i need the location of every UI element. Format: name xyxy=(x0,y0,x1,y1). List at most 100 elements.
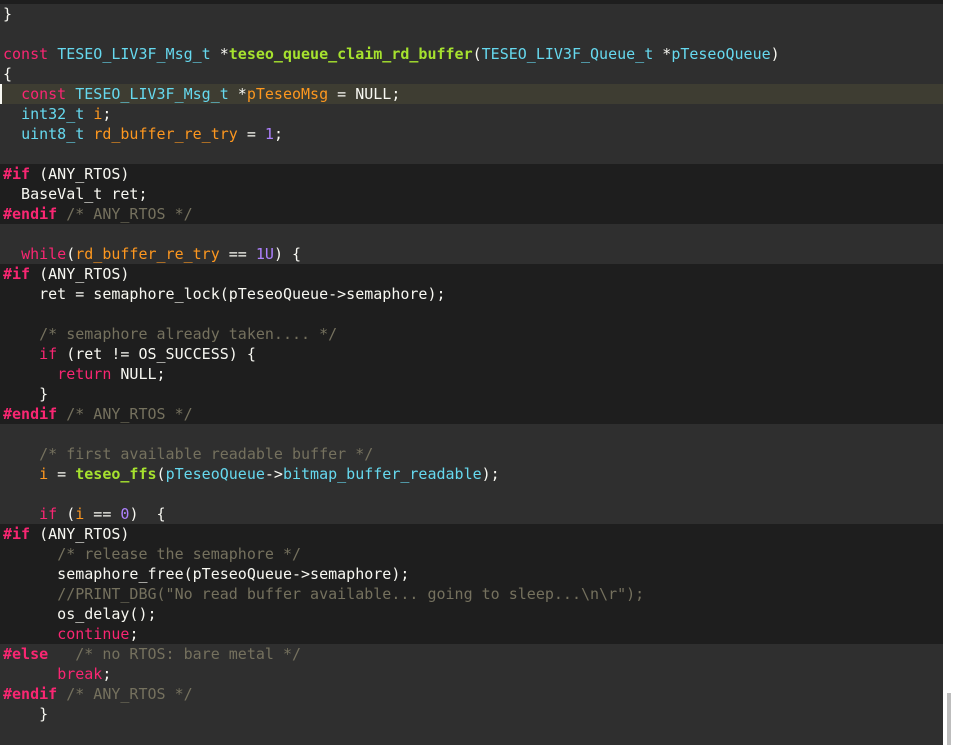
vertical-scrollbar[interactable] xyxy=(943,0,954,745)
code-editor[interactable]: } const TESEO_LIV3F_Msg_t * teseo_queue_cl… xyxy=(0,0,943,745)
code-token: ; xyxy=(102,105,112,123)
code-line[interactable] xyxy=(0,304,943,324)
code-line[interactable]: { xyxy=(0,64,943,84)
code-line[interactable]: #if (ANY_RTOS) xyxy=(0,164,943,184)
code-line[interactable]: semaphore_free(pTeseoQueue->semaphore); xyxy=(0,564,943,584)
code-token: * xyxy=(228,85,247,103)
code-line[interactable]: /* semaphore already taken.... */ xyxy=(0,324,943,344)
code-line[interactable]: } xyxy=(0,384,943,404)
code-line[interactable]: /* first available readable buffer */ xyxy=(0,444,943,464)
code-line[interactable]: continue; xyxy=(0,624,943,644)
code-token: pTeseoQueue xyxy=(165,465,265,483)
code-token: == xyxy=(84,505,121,523)
text-cursor xyxy=(0,84,2,104)
code-token: /* ANY_RTOS */ xyxy=(66,685,193,703)
code-line[interactable]: #if (ANY_RTOS) xyxy=(0,264,943,284)
code-token: 1U xyxy=(255,245,274,263)
code-line[interactable]: //PRINT_DBG("No read buffer available...… xyxy=(0,584,943,604)
code-token: teseo_ffs xyxy=(75,465,157,483)
code-token: ( xyxy=(156,465,166,483)
code-token: #endif xyxy=(3,205,58,223)
code-line[interactable]: if (ret != OS_SUCCESS) { xyxy=(0,344,943,364)
code-token: ); xyxy=(481,465,500,483)
code-token: (ret != OS_SUCCESS) { xyxy=(57,345,256,363)
code-line[interactable]: return NULL; xyxy=(0,364,943,384)
code-line[interactable]: os_delay(); xyxy=(0,604,943,624)
code-line[interactable]: const TESEO_LIV3F_Msg_t * teseo_queue_cla… xyxy=(0,44,943,64)
code-token: while xyxy=(21,245,67,263)
code-token: = xyxy=(48,465,76,483)
code-token: = xyxy=(237,125,265,143)
code-token: rd_buffer_re_try xyxy=(75,245,220,263)
code-token: (ANY_RTOS) xyxy=(30,265,130,283)
code-token: ) { xyxy=(129,505,166,523)
code-token: ) { xyxy=(273,245,302,263)
code-line[interactable]: /* release the semaphore */ xyxy=(0,544,943,564)
code-token: (ANY_RTOS) xyxy=(30,525,130,543)
code-token: pTeseoMsg xyxy=(246,85,329,103)
code-token: #if xyxy=(3,165,31,183)
code-token: BaseVal_t ret; xyxy=(3,185,148,203)
code-token: ; xyxy=(102,665,112,683)
code-line[interactable]: break; xyxy=(0,664,943,684)
code-token: ; xyxy=(273,125,283,143)
code-token: teseo_queue_claim_rd_buffer xyxy=(228,45,473,63)
code-line[interactable]: } xyxy=(0,704,943,724)
code-token: * xyxy=(653,45,672,63)
code-token: = NULL; xyxy=(328,85,401,103)
code-line[interactable]: if (i == 0) { xyxy=(0,504,943,524)
code-line[interactable]: const TESEO_LIV3F_Msg_t *pTeseoMsg = NUL… xyxy=(0,84,943,104)
code-token: const xyxy=(3,45,58,63)
code-line[interactable]: while(rd_buffer_re_try == 1U) { xyxy=(0,244,943,264)
code-token: rd_buffer_re_try xyxy=(93,125,238,143)
code-token: #if xyxy=(3,525,31,543)
code-line[interactable]: int32_t i; xyxy=(0,104,943,124)
code-line[interactable]: #if (ANY_RTOS) xyxy=(0,524,943,544)
code-line[interactable]: BaseVal_t ret; xyxy=(0,184,943,204)
code-token: /* ANY_RTOS */ xyxy=(66,405,193,423)
code-line[interactable]: uint8_t rd_buffer_re_try = 1; xyxy=(0,124,943,144)
scrollbar-thumb[interactable] xyxy=(947,693,951,745)
code-token: pTeseoQueue xyxy=(671,45,771,63)
code-token: { xyxy=(3,65,13,83)
code-token: ( xyxy=(472,45,482,63)
code-token: const xyxy=(21,85,67,103)
code-line[interactable]: } xyxy=(0,4,943,24)
code-token: ( xyxy=(66,245,76,263)
code-token: } xyxy=(3,385,49,403)
code-token: if xyxy=(39,505,58,523)
code-line[interactable]: #endif /* ANY_RTOS */ xyxy=(0,404,943,424)
code-line[interactable]: ret = semaphore_lock(pTeseoQueue->semaph… xyxy=(0,284,943,304)
code-token: i xyxy=(39,465,49,483)
code-token: continue xyxy=(57,625,130,643)
code-token: if xyxy=(39,345,58,363)
code-token: break xyxy=(57,665,103,683)
code-token: TESEO_LIV3F_Msg_t xyxy=(57,45,211,63)
code-token: int32_t xyxy=(21,105,85,123)
code-token: bitmap_buffer_readable xyxy=(282,465,482,483)
code-token: } xyxy=(3,705,49,723)
code-token: i xyxy=(75,505,85,523)
code-line[interactable]: i = teseo_ffs(pTeseoQueue->bitmap_buffer… xyxy=(0,464,943,484)
code-token: (ANY_RTOS) xyxy=(30,165,130,183)
code-line[interactable]: #endif /* ANY_RTOS */ xyxy=(0,684,943,704)
code-line[interactable]: #endif /* ANY_RTOS */ xyxy=(0,204,943,224)
code-token: ; xyxy=(129,625,139,643)
code-token: TESEO_LIV3F_Queue_t xyxy=(481,45,654,63)
code-token: TESEO_LIV3F_Msg_t xyxy=(75,85,229,103)
code-token: /* first available readable buffer */ xyxy=(39,445,374,463)
code-line[interactable]: #else /* no RTOS: bare metal */ xyxy=(0,644,943,664)
